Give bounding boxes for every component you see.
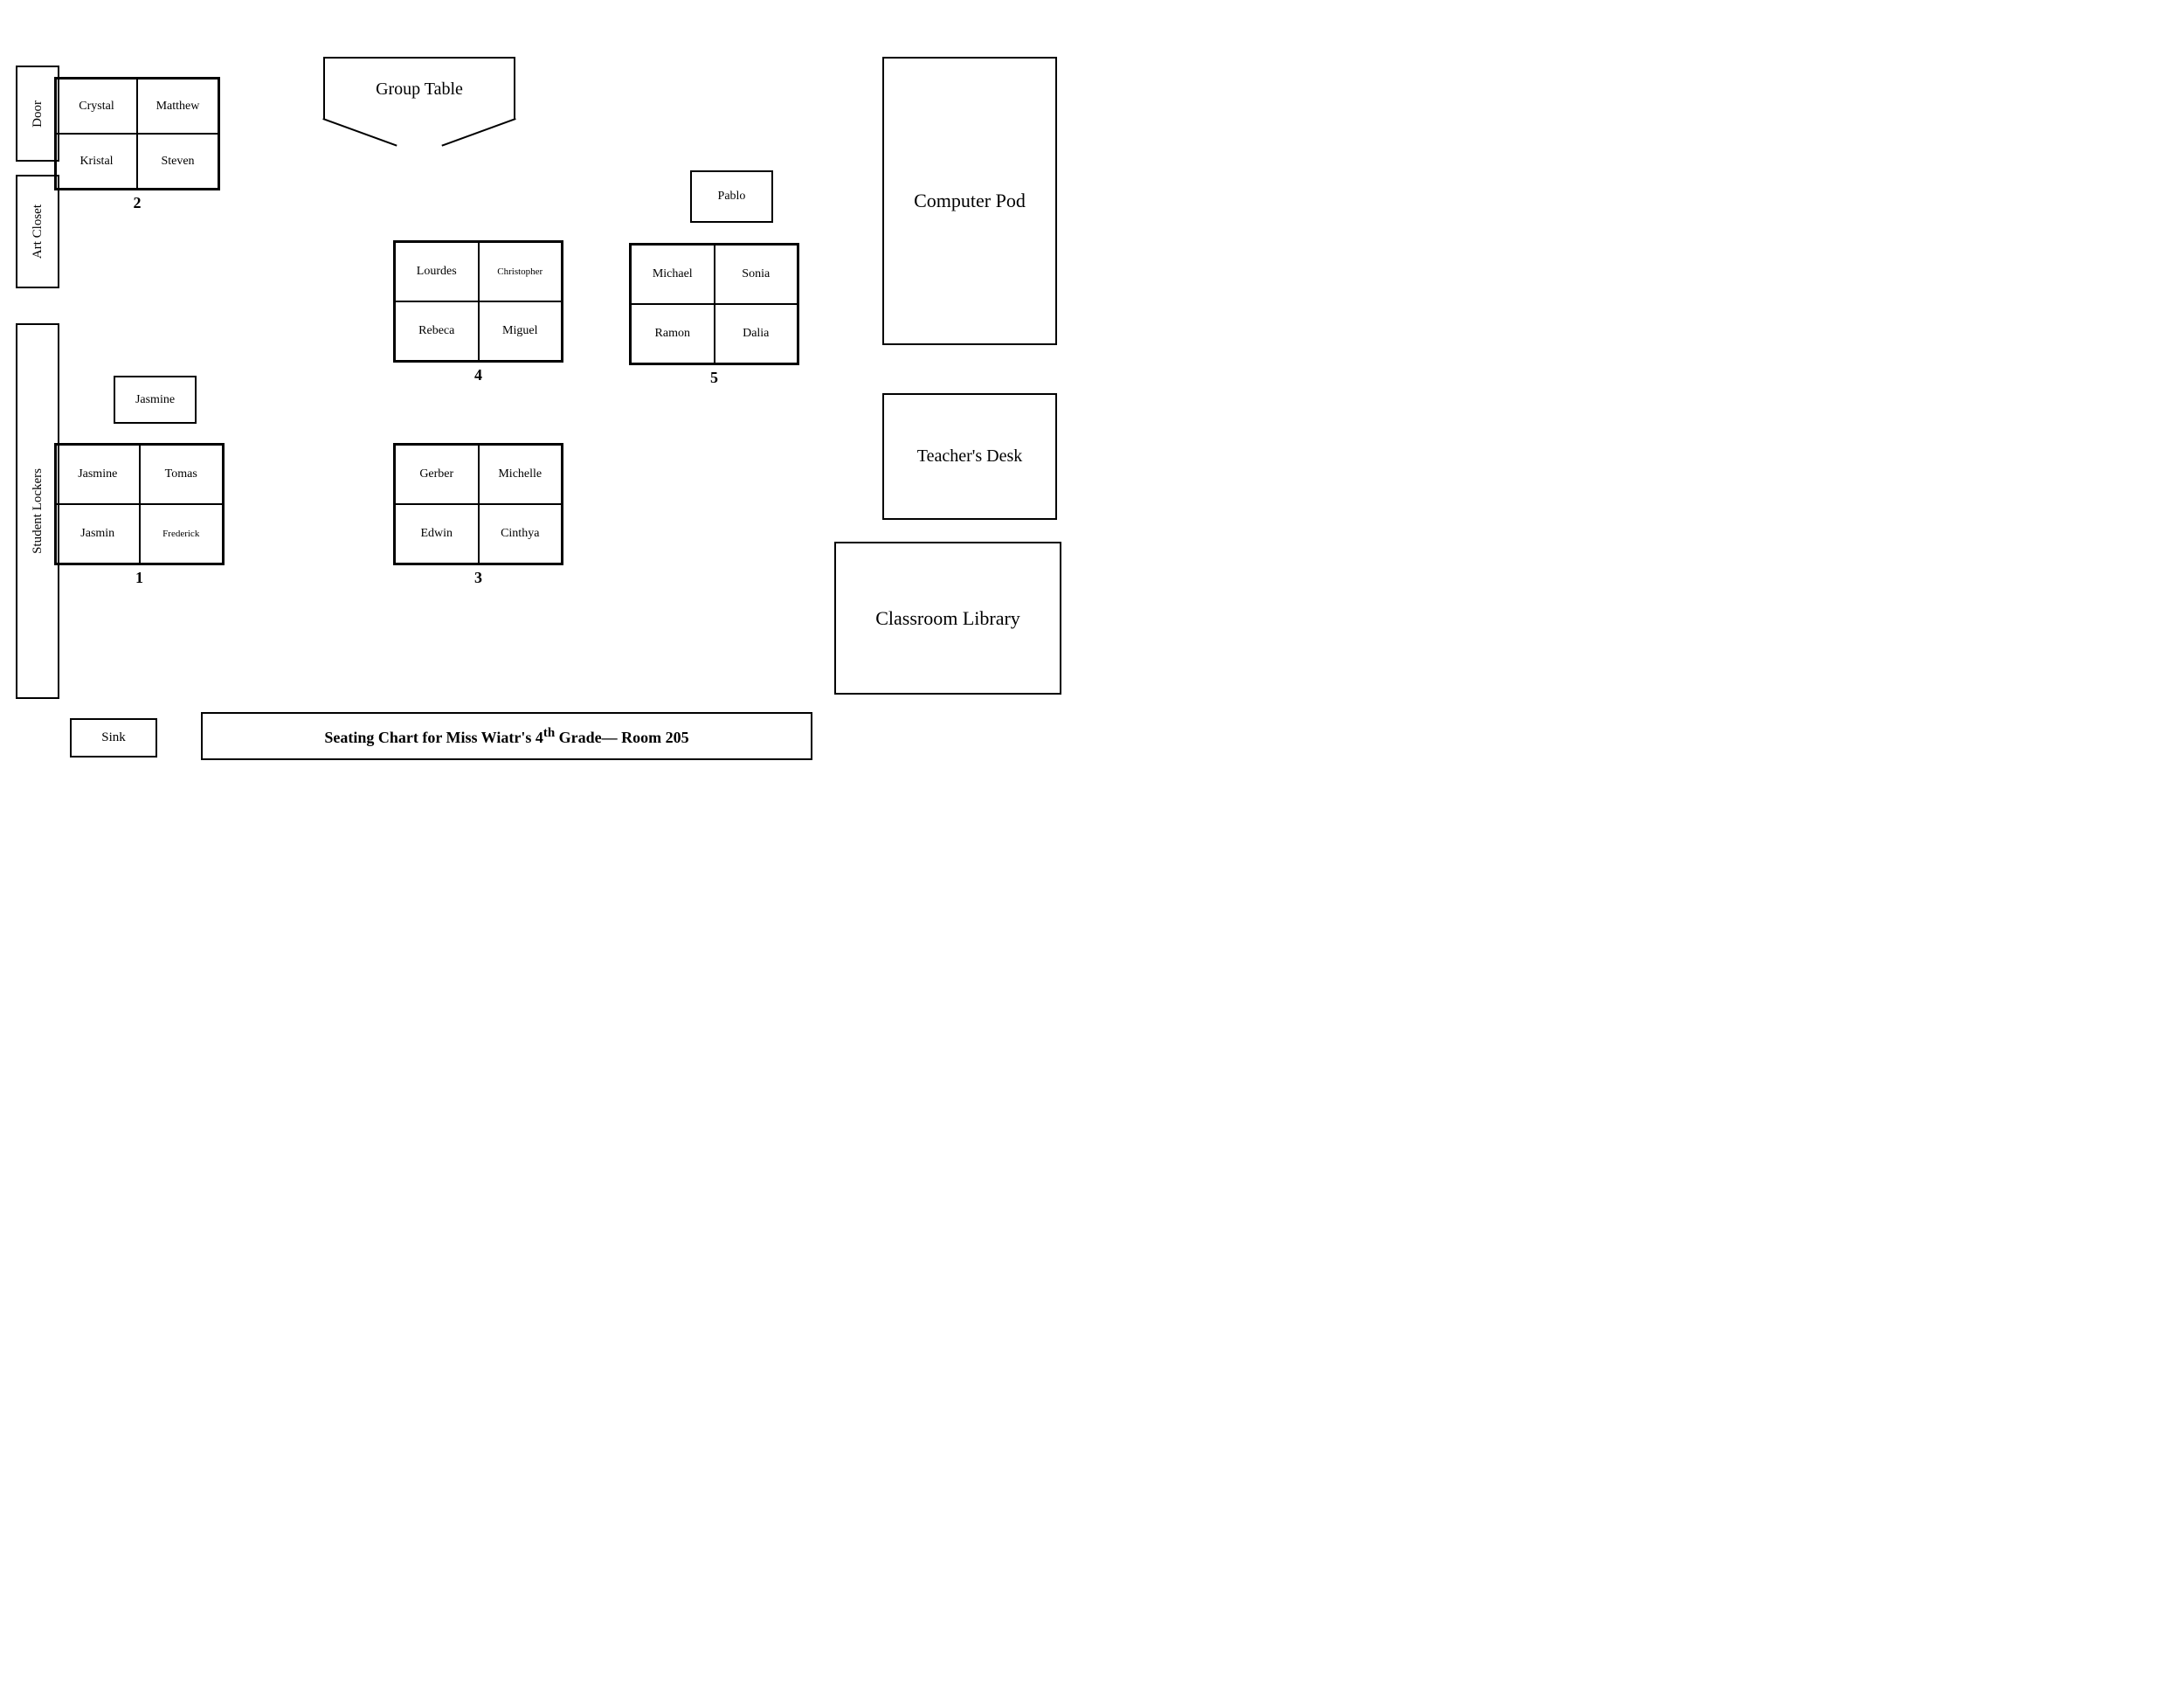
desk-crystal[interactable]: Crystal [56, 79, 137, 134]
desk-rebeca[interactable]: Rebeca [395, 301, 479, 361]
group-1-number: 1 [54, 569, 225, 587]
group-2-number: 2 [54, 194, 220, 212]
desk-miguel[interactable]: Miguel [479, 301, 563, 361]
desk-jasmin[interactable]: Jasmin [56, 504, 140, 564]
door: Door [16, 66, 59, 162]
group-table-area: Group Table [323, 57, 515, 149]
group-1: Jasmine Tomas Jasmin Frederick 1 [54, 443, 225, 587]
group-5-number: 5 [629, 369, 799, 387]
desk-michelle[interactable]: Michelle [479, 445, 563, 504]
group-4: Lourdes Christopher Rebeca Miguel 4 [393, 240, 563, 384]
desk-frederick[interactable]: Frederick [140, 504, 224, 564]
desk-kristal[interactable]: Kristal [56, 134, 137, 189]
desk-jasmine-solo[interactable]: Jasmine [114, 376, 197, 424]
desk-cinthya[interactable]: Cinthya [479, 504, 563, 564]
desk-matthew[interactable]: Matthew [137, 79, 218, 134]
desk-pablo-solo[interactable]: Pablo [690, 170, 773, 223]
room-container: Door Art Closet Student Lockers Group Ta… [0, 0, 1092, 844]
art-closet: Art Closet [16, 175, 59, 288]
computer-pod: Computer Pod [882, 57, 1057, 345]
desk-sonia[interactable]: Sonia [715, 245, 798, 304]
classroom-library: Classroom Library [834, 542, 1061, 695]
group-4-number: 4 [393, 366, 563, 384]
desk-ramon[interactable]: Ramon [631, 304, 715, 363]
group-2: Crystal Matthew Kristal Steven 2 [54, 77, 220, 212]
group-3-number: 3 [393, 569, 563, 587]
title-text: Seating Chart for Miss Wiatr's 4th Grade… [324, 726, 688, 747]
desk-gerber[interactable]: Gerber [395, 445, 479, 504]
sink: Sink [70, 718, 157, 758]
desk-steven[interactable]: Steven [137, 134, 218, 189]
teachers-desk: Teacher's Desk [882, 393, 1057, 520]
group-5: Michael Sonia Ramon Dalia 5 [629, 243, 799, 387]
desk-dalia[interactable]: Dalia [715, 304, 798, 363]
title-bar: Seating Chart for Miss Wiatr's 4th Grade… [201, 712, 812, 760]
student-lockers: Student Lockers [16, 323, 59, 699]
desk-jasmine[interactable]: Jasmine [56, 445, 140, 504]
desk-lourdes[interactable]: Lourdes [395, 242, 479, 301]
group-table-label: Group Table [323, 57, 515, 120]
group-3: Gerber Michelle Edwin Cinthya 3 [393, 443, 563, 587]
desk-michael[interactable]: Michael [631, 245, 715, 304]
desk-christopher[interactable]: Christopher [479, 242, 563, 301]
desk-edwin[interactable]: Edwin [395, 504, 479, 564]
desk-tomas[interactable]: Tomas [140, 445, 224, 504]
